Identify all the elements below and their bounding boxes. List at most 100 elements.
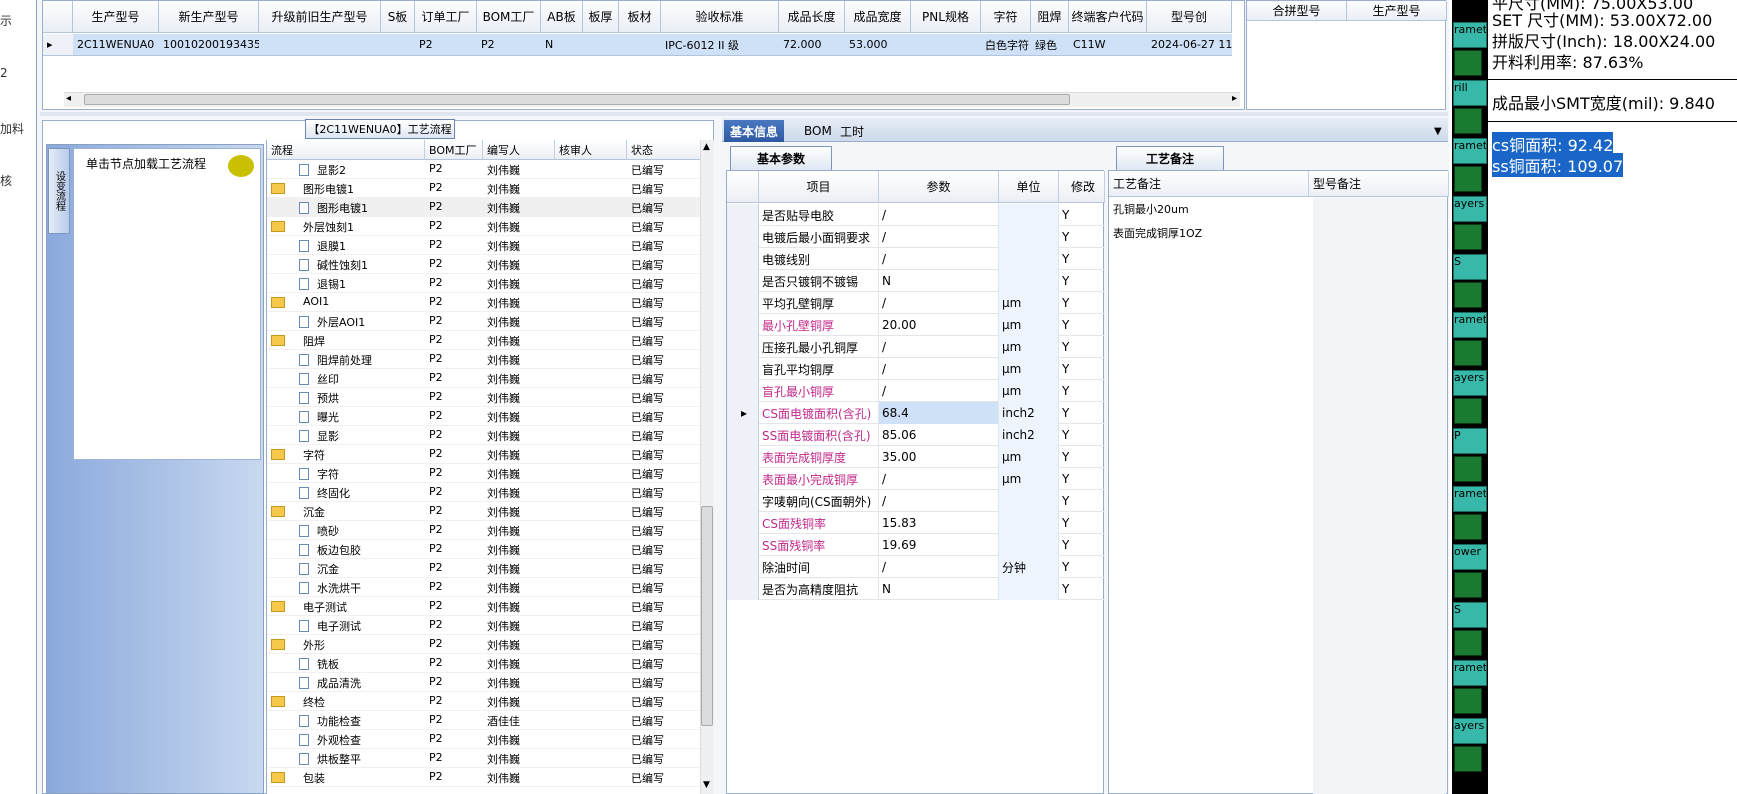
order-col-header[interactable]: BOM工厂 — [477, 1, 541, 33]
app-icon[interactable] — [1454, 166, 1482, 192]
tree-row[interactable]: 电子测试 P2 刘伟巍 已编写 — [267, 616, 701, 635]
app-icon[interactable] — [1454, 746, 1482, 772]
strip-item[interactable]: S — [1453, 254, 1487, 280]
param-value[interactable]: / — [879, 226, 999, 248]
tree-node-label[interactable]: 包装 — [303, 770, 325, 786]
param-row[interactable]: 除油时间 / 分钟 Y — [727, 556, 1105, 578]
param-row[interactable]: 盲孔最小铜厚 / μm Y — [727, 380, 1105, 402]
tree-node-label[interactable]: 喷砂 — [317, 523, 339, 539]
tree-node-label[interactable]: 退锡1 — [317, 276, 346, 292]
tree-row[interactable]: 喷砂 P2 刘伟巍 已编写 — [267, 521, 701, 540]
param-modify[interactable]: Y — [1059, 468, 1105, 490]
row-selector[interactable] — [727, 512, 759, 534]
tree-node-label[interactable]: 板边包胶 — [317, 542, 361, 558]
tree-row[interactable]: 终固化 P2 刘伟巍 已编写 — [267, 483, 701, 502]
merge-col-header[interactable]: 合拼型号 — [1247, 1, 1347, 21]
row-selector[interactable] — [727, 556, 759, 578]
order-col-header[interactable]: 验收标准 — [661, 1, 779, 33]
tree-row[interactable]: 显影2 P2 刘伟巍 已编写 — [267, 160, 701, 179]
param-modify[interactable]: Y — [1059, 336, 1105, 358]
param-col-header[interactable]: 修改 — [1059, 171, 1105, 203]
tree-row[interactable]: − 外形 P2 刘伟巍 已编写 — [267, 635, 701, 654]
tree-row[interactable]: − AOI1 P2 刘伟巍 已编写 — [267, 293, 701, 312]
app-icon[interactable] — [1454, 224, 1482, 250]
tree-node-label[interactable]: 图形电镀1 — [303, 181, 354, 197]
row-selector[interactable] — [727, 314, 759, 336]
tree-col-header[interactable]: BOM工厂 — [425, 140, 483, 160]
tree-node-label[interactable]: 外观检查 — [317, 732, 361, 748]
param-value[interactable]: 19.69 — [879, 534, 999, 556]
param-value[interactable]: / — [879, 468, 999, 490]
app-icon[interactable] — [1454, 282, 1482, 308]
strip-item[interactable]: rametr — [1453, 312, 1487, 338]
order-cell[interactable] — [619, 34, 661, 56]
order-cell[interactable]: P2 — [477, 34, 541, 56]
tree-row[interactable]: 板边包胶 P2 刘伟巍 已编写 — [267, 540, 701, 559]
order-col-header[interactable]: 阻焊 — [1031, 1, 1069, 33]
order-col-header[interactable]: AB板 — [541, 1, 583, 33]
row-selector[interactable] — [727, 248, 759, 270]
param-modify[interactable]: Y — [1059, 380, 1105, 402]
tree-row[interactable]: − 电子测试 P2 刘伟巍 已编写 — [267, 597, 701, 616]
param-modify[interactable]: Y — [1059, 248, 1105, 270]
tree-node-label[interactable]: 碱性蚀刻1 — [317, 257, 368, 273]
row-selector[interactable] — [727, 446, 759, 468]
strip-item[interactable]: ayers — [1453, 196, 1487, 222]
param-row[interactable]: 电镀线别 / Y — [727, 248, 1105, 270]
param-value[interactable]: / — [879, 248, 999, 270]
scroll-thumb[interactable] — [84, 94, 1070, 105]
order-cell[interactable] — [259, 34, 381, 56]
tree-node-label[interactable]: 外形 — [303, 637, 325, 653]
param-col-header[interactable]: 单位 — [999, 171, 1059, 203]
param-modify[interactable]: Y — [1059, 534, 1105, 556]
tree-node-label[interactable]: 沉金 — [303, 504, 325, 520]
param-row[interactable]: 是否为高精度阻抗 N Y — [727, 578, 1105, 600]
order-col-header[interactable]: 新生产型号 — [159, 1, 259, 33]
tree-node-label[interactable]: 字符 — [317, 466, 339, 482]
tree-node-label[interactable]: 阻焊前处理 — [317, 352, 372, 368]
param-row[interactable]: CS面残铜率 15.83 Y — [727, 512, 1105, 534]
tree-row[interactable]: 图形电镀1 P2 刘伟巍 已编写 — [267, 198, 701, 217]
tree-row[interactable]: 显影 P2 刘伟巍 已编写 — [267, 426, 701, 445]
ss-copper-area[interactable]: ss铜面积: 109.07 — [1492, 153, 1624, 177]
order-cell[interactable]: 53.000 — [845, 34, 911, 56]
tree-node-label[interactable]: 曝光 — [317, 409, 339, 425]
app-icon[interactable] — [1454, 108, 1482, 134]
process-tree-grid[interactable]: 流程 BOM工厂 编写人 核审人 状态 显影2 P2 刘伟巍 已编写 − 图形电… — [266, 140, 701, 794]
dropdown-arrow-icon[interactable]: ▼ — [1428, 120, 1448, 142]
param-modify[interactable]: Y — [1059, 578, 1105, 600]
param-row[interactable]: SS面电镀面积(含孔) 85.06 inch2 Y — [727, 424, 1105, 446]
tree-col-header[interactable]: 流程 — [267, 140, 425, 160]
strip-item[interactable]: rametr — [1453, 660, 1487, 686]
order-cell[interactable]: C11W — [1069, 34, 1147, 56]
tree-row[interactable]: 预烘 P2 刘伟巍 已编写 — [267, 388, 701, 407]
order-col-header[interactable]: 板材 — [619, 1, 661, 33]
strip-item[interactable]: S — [1453, 602, 1487, 628]
row-selector[interactable] — [727, 226, 759, 248]
param-modify[interactable]: Y — [1059, 314, 1105, 336]
order-cell[interactable]: 2024-06-27 11:22 — [1147, 34, 1232, 56]
row-selector[interactable] — [727, 292, 759, 314]
tree-row[interactable]: 功能检查 P2 酒佳佳 已编写 — [267, 711, 701, 730]
tree-node-label[interactable]: 终固化 — [317, 485, 350, 501]
tree-node-label[interactable]: 终检 — [303, 694, 325, 710]
param-value[interactable]: / — [879, 292, 999, 314]
tree-row[interactable]: 外观检查 P2 刘伟巍 已编写 — [267, 730, 701, 749]
app-icon[interactable] — [1454, 688, 1482, 714]
order-col-header[interactable]: 升级前旧生产型号 — [259, 1, 381, 33]
note-col-header[interactable]: 型号备注 — [1309, 171, 1449, 197]
row-selector[interactable] — [727, 468, 759, 490]
tree-node-label[interactable]: AOI1 — [303, 295, 329, 308]
scroll-up-arrow-icon[interactable]: ▲ — [703, 142, 710, 152]
param-modify[interactable]: Y — [1059, 556, 1105, 578]
scroll-thumb[interactable] — [701, 506, 713, 726]
row-selector[interactable] — [727, 336, 759, 358]
tree-node-label[interactable]: 电子测试 — [317, 618, 361, 634]
order-col-header[interactable]: 生产型号 — [73, 1, 159, 33]
tree-row[interactable]: 丝印 P2 刘伟巍 已编写 — [267, 369, 701, 388]
order-col-header[interactable]: 终端客户代码 — [1069, 1, 1147, 33]
tree-row[interactable]: 水洗烘干 P2 刘伟巍 已编写 — [267, 578, 701, 597]
app-icon[interactable] — [1454, 456, 1482, 482]
param-value[interactable]: N — [879, 270, 999, 292]
merge-col-header[interactable]: 生产型号 — [1347, 1, 1447, 21]
